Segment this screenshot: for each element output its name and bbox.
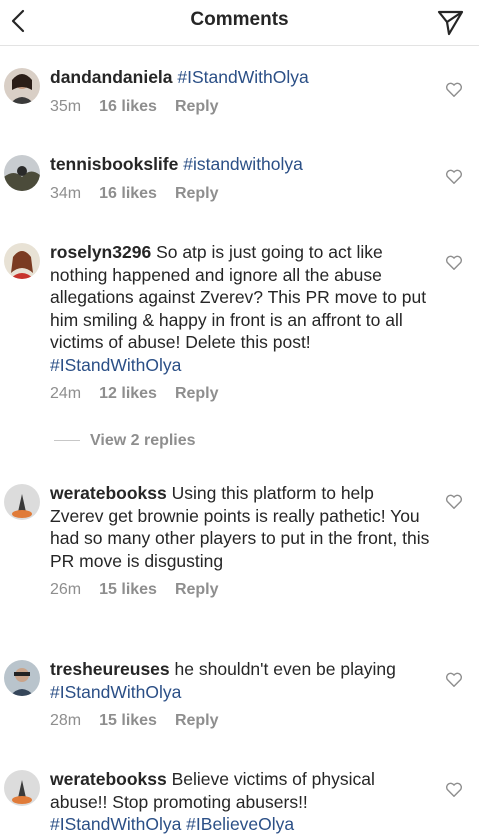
avatar[interactable] — [4, 243, 40, 279]
comment-likes[interactable]: 12 likes — [99, 385, 157, 402]
comment-username[interactable]: dandandaniela — [50, 67, 173, 87]
comment-likes[interactable]: 16 likes — [99, 185, 157, 202]
avatar[interactable] — [4, 68, 40, 104]
comment-likes[interactable]: 16 likes — [99, 98, 157, 115]
share-send-icon[interactable] — [435, 7, 465, 37]
comment-text: he shouldn't even be playing — [174, 659, 396, 679]
heart-icon[interactable] — [445, 82, 463, 98]
reply-button[interactable]: Reply — [175, 185, 219, 202]
comment-username[interactable]: tennisbookslife — [50, 154, 178, 174]
comment-likes[interactable]: 15 likes — [99, 712, 157, 729]
comment-time: 34m — [50, 184, 82, 202]
header-bar: Comments — [0, 0, 479, 46]
comment-hashtag[interactable]: #IStandWithOlya — [177, 67, 308, 87]
avatar[interactable] — [4, 484, 40, 520]
comment-username[interactable]: weratebookss — [50, 483, 167, 503]
reply-button[interactable]: Reply — [175, 581, 219, 598]
avatar[interactable] — [4, 770, 40, 806]
avatar[interactable] — [4, 155, 40, 191]
heart-icon[interactable] — [445, 494, 463, 510]
reply-button[interactable]: Reply — [175, 98, 219, 115]
reply-button[interactable]: Reply — [175, 712, 219, 729]
view-replies-line — [54, 440, 80, 442]
comment-time: 24m — [50, 385, 82, 402]
reply-button[interactable]: Reply — [175, 385, 219, 402]
comment-likes[interactable]: 15 likes — [99, 581, 157, 598]
avatar[interactable] — [4, 660, 40, 696]
view-replies-button[interactable]: View 2 replies — [54, 432, 196, 450]
comment-username[interactable]: weratebookss — [50, 769, 167, 789]
heart-icon[interactable] — [445, 255, 463, 271]
comment-hashtag[interactable]: #IStandWithOlya — [50, 682, 181, 702]
heart-icon[interactable] — [445, 169, 463, 185]
comment-hashtag[interactable]: #IStandWithOlya — [50, 355, 181, 375]
comment-username[interactable]: tresheureuses — [50, 659, 170, 679]
view-replies-label: View 2 replies — [90, 432, 196, 449]
comment-time: 35m — [50, 97, 82, 115]
comment-username[interactable]: roselyn3296 — [50, 242, 151, 262]
heart-icon[interactable] — [445, 672, 463, 688]
comment-time: 26m — [50, 581, 82, 598]
comment-time: 28m — [50, 712, 82, 729]
page-title: Comments — [190, 9, 289, 30]
comment-hashtag[interactable]: #IStandWithOlya #IBelieveOlya — [50, 814, 294, 834]
heart-icon[interactable] — [445, 782, 463, 798]
comment-hashtag[interactable]: #istandwitholya — [183, 154, 303, 174]
